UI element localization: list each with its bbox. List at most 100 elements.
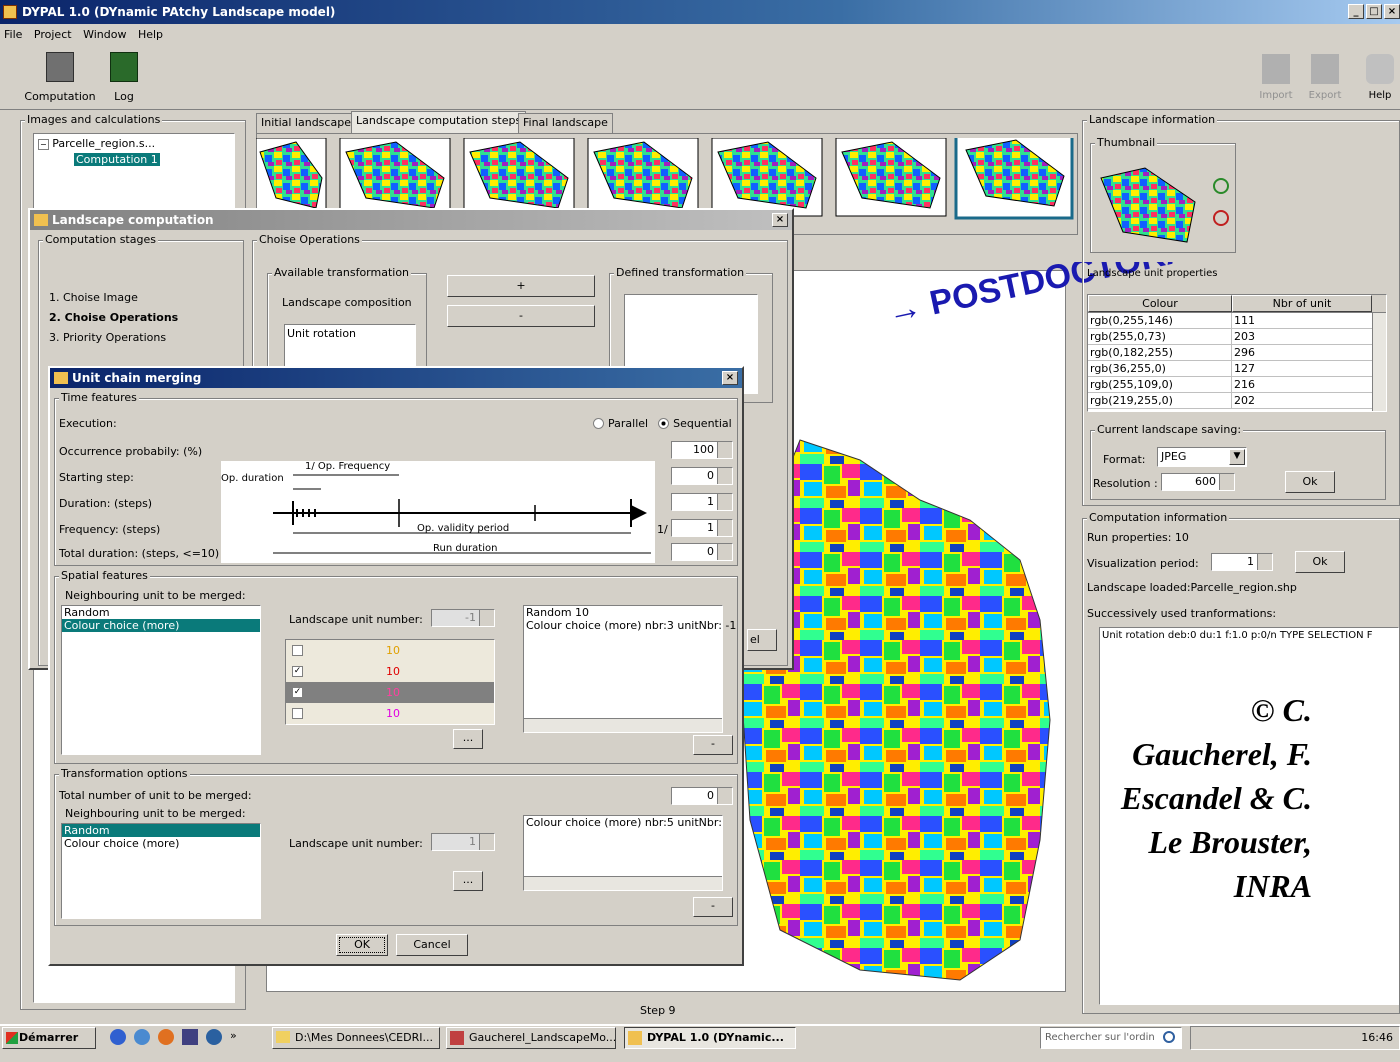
transform-result-list[interactable]: Colour choice (more) nbr:5 unitNbr: -1 — [523, 815, 723, 891]
stages-title: Computation stages — [43, 233, 158, 246]
format-select[interactable]: JPEG ▼ — [1157, 447, 1247, 467]
tab-final-landscape[interactable]: Final landscape — [518, 113, 613, 133]
colour-check-list[interactable]: 10 ✓ 10 ✓ 10 10 — [285, 639, 495, 725]
colour-checkbox[interactable]: ✓ — [292, 687, 303, 698]
help-button[interactable]: Help — [1360, 54, 1400, 101]
transform-option-random[interactable]: Random — [62, 824, 260, 837]
resolution-spinner[interactable]: 600 — [1161, 473, 1235, 491]
occurrence-spinner[interactable]: 100 — [671, 441, 733, 459]
tab-computation-steps[interactable]: Landscape computation steps — [351, 111, 527, 133]
export-button[interactable]: Export — [1304, 54, 1346, 101]
unit-table-row[interactable]: rgb(219,255,0) 202 — [1088, 393, 1386, 409]
unit-table-row[interactable]: rgb(255,109,0) 216 — [1088, 377, 1386, 393]
stage-choise-image[interactable]: 1. Choise Image — [49, 291, 138, 304]
frequency-spinner[interactable]: 1 — [671, 519, 733, 537]
media-icon[interactable] — [182, 1029, 198, 1045]
zoom-in-icon[interactable] — [1213, 178, 1229, 194]
transform-result-scrollbar[interactable] — [524, 876, 722, 890]
spatial-option-random[interactable]: Random — [62, 606, 260, 619]
menu-help[interactable]: Help — [138, 28, 163, 41]
visualization-ok-button[interactable]: Ok — [1295, 551, 1345, 573]
cancel-button[interactable]: Cancel — [396, 934, 468, 956]
unit-table-row[interactable]: rgb(0,255,146) 111 — [1088, 313, 1386, 329]
colour-check-row[interactable]: ✓ 10 — [286, 661, 494, 682]
unit-table-row[interactable]: rgb(255,0,73) 203 — [1088, 329, 1386, 345]
outlook-icon[interactable] — [134, 1029, 150, 1045]
search-icon[interactable] — [1163, 1031, 1175, 1043]
colour-check-row[interactable]: ✓ 10 — [286, 682, 494, 703]
start-spinner[interactable]: 0 — [671, 467, 733, 485]
spatial-unit-number-spinner[interactable]: -1 — [431, 609, 495, 627]
spatial-result-list[interactable]: Random 10 Colour choice (more) nbr:3 uni… — [523, 605, 736, 733]
stage-choise-operations[interactable]: 2. Choise Operations — [49, 311, 178, 324]
export-label: Export — [1308, 90, 1342, 101]
transform-option-colour[interactable]: Colour choice (more) — [62, 837, 260, 850]
ie-icon[interactable] — [110, 1029, 126, 1045]
import-button[interactable]: Import — [1256, 54, 1296, 101]
collapse-icon[interactable]: − — [38, 139, 49, 150]
clock-app-icon[interactable] — [206, 1029, 222, 1045]
monitor-icon — [110, 52, 138, 82]
tree-root[interactable]: − Parcelle_region.s... — [34, 134, 234, 153]
total-duration-spinner[interactable]: 0 — [671, 543, 733, 561]
task-folder[interactable]: D:\Mes Donnees\CEDRI... — [272, 1027, 440, 1049]
unit-rotation-item[interactable]: Unit rotation — [287, 327, 356, 340]
transform-neighbour-list[interactable]: Random Colour choice (more) — [61, 823, 261, 919]
merge-dialog-close[interactable]: × — [722, 371, 738, 385]
add-transformation-button[interactable]: + — [447, 275, 595, 297]
app-icon[interactable] — [3, 5, 17, 19]
parallel-radio[interactable] — [593, 418, 604, 429]
frequency-prefix: 1/ — [657, 523, 668, 536]
maximize-button[interactable]: □ — [1366, 4, 1382, 19]
task-document[interactable]: Gaucherel_LandscapeMo... — [446, 1027, 616, 1049]
colour-checkbox[interactable] — [292, 708, 303, 719]
unit-table-row[interactable]: rgb(36,255,0) 127 — [1088, 361, 1386, 377]
nbr-column-header[interactable]: Nbr of unit — [1232, 295, 1372, 312]
menu-project[interactable]: Project — [34, 28, 72, 41]
transform-choose-button[interactable]: ... — [453, 871, 483, 891]
stage-priority-operations[interactable]: 3. Priority Operations — [49, 331, 166, 344]
sequential-radio[interactable] — [658, 418, 670, 429]
colour-checkbox[interactable]: ✓ — [292, 666, 303, 677]
unit-table[interactable]: Colour Nbr of unit rgb(0,255,146) 111 rgb(… — [1087, 294, 1387, 412]
chevron-down-icon[interactable]: ▼ — [1229, 449, 1245, 465]
transform-unit-number-spinner[interactable]: 1 — [431, 833, 495, 851]
landscape-dialog-close[interactable]: × — [772, 213, 788, 227]
start-button[interactable]: Démarrer — [2, 1027, 96, 1049]
zoom-out-icon[interactable] — [1213, 210, 1229, 226]
spatial-remove-button[interactable]: - — [693, 735, 733, 755]
menu-window[interactable]: Window — [83, 28, 126, 41]
quick-launch-more[interactable]: » — [230, 1029, 237, 1045]
computation-button[interactable]: Computation — [22, 52, 98, 103]
menu-file[interactable]: File — [4, 28, 22, 41]
spatial-unit-number-label: Landscape unit number: — [289, 613, 423, 626]
unit-table-row[interactable]: rgb(0,182,255) 296 — [1088, 345, 1386, 361]
saving-title: Current landscape saving: — [1095, 423, 1244, 436]
log-button[interactable]: Log — [104, 52, 144, 103]
visualization-spinner[interactable]: 1 — [1211, 553, 1273, 571]
colour-checkbox[interactable] — [292, 645, 303, 656]
close-button[interactable]: × — [1384, 4, 1400, 19]
tab-initial-landscape[interactable]: Initial landscape — [256, 113, 356, 133]
table-scrollbar[interactable] — [1372, 313, 1386, 411]
colour-check-row[interactable]: 10 — [286, 640, 494, 661]
colour-check-row[interactable]: 10 — [286, 703, 494, 724]
save-ok-button[interactable]: Ok — [1285, 471, 1335, 493]
remove-transformation-button[interactable]: - — [447, 305, 595, 327]
transform-total-spinner[interactable]: 0 — [671, 787, 733, 805]
duration-spinner[interactable]: 1 — [671, 493, 733, 511]
task-dypal[interactable]: DYPAL 1.0 (DYnamic... — [624, 1027, 796, 1049]
transform-remove-button[interactable]: - — [693, 897, 733, 917]
colour-column-header[interactable]: Colour — [1088, 295, 1232, 312]
tree-child[interactable]: Computation 1 — [34, 153, 234, 166]
spatial-result-scrollbar[interactable] — [524, 718, 722, 732]
spatial-neighbour-list[interactable]: Random Colour choice (more) — [61, 605, 261, 755]
firefox-icon[interactable] — [158, 1029, 174, 1045]
spatial-choose-button[interactable]: ... — [453, 729, 483, 749]
ok-button[interactable]: OK — [336, 934, 388, 956]
desktop-search-input[interactable]: Rechercher sur l'ordin — [1040, 1027, 1182, 1049]
spatial-option-colour[interactable]: Colour choice (more) — [62, 619, 260, 632]
minimize-button[interactable]: _ — [1348, 4, 1364, 19]
help-label: Help — [1368, 90, 1392, 101]
landscape-cancel-button[interactable]: el — [747, 629, 777, 651]
